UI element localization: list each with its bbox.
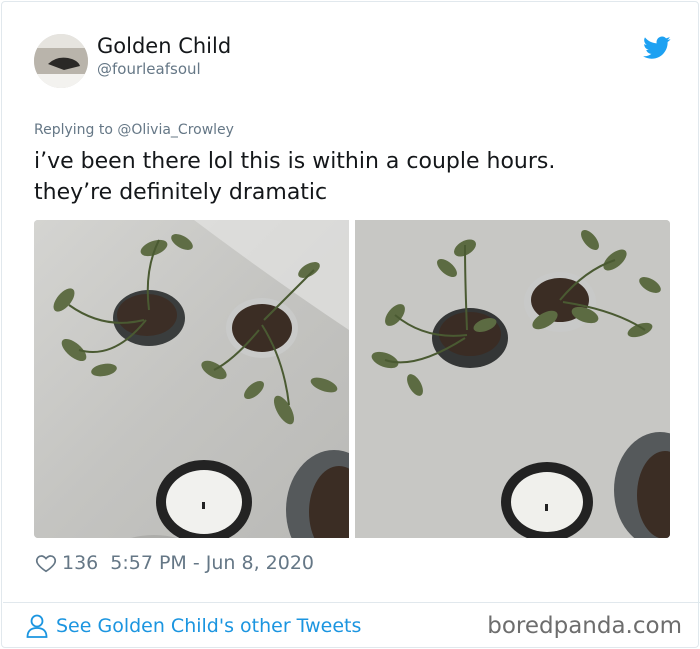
photo-recovered-plants <box>355 220 670 538</box>
person-icon <box>26 614 48 638</box>
photo-wilted-plants <box>34 220 349 538</box>
tweet-text-line: they’re definitely dramatic <box>34 180 328 205</box>
see-other-tweets-label[interactable]: See Golden Child's other Tweets <box>56 615 361 637</box>
see-other-tweets-link[interactable]: See Golden Child's other Tweets <box>26 613 361 639</box>
tweet-meta: 136 5:57 PM - Jun 8, 2020 <box>35 550 314 576</box>
author-handle[interactable]: @fourleafsoul <box>97 60 201 78</box>
like-count[interactable]: 136 <box>62 552 98 574</box>
author-avatar[interactable] <box>34 34 88 88</box>
tweet-timestamp[interactable]: 5:57 PM - Jun 8, 2020 <box>110 552 314 574</box>
avatar-image <box>34 34 88 88</box>
tweet-photo-left[interactable] <box>34 220 349 538</box>
watermark: boredpanda.com <box>487 613 682 639</box>
footer-divider <box>3 602 700 603</box>
author-name[interactable]: Golden Child <box>97 34 231 58</box>
reply-context[interactable]: Replying to @Olivia_Crowley <box>34 122 234 138</box>
heart-icon[interactable] <box>35 552 57 574</box>
tweet-text-line: i’ve been there lol this is within a cou… <box>34 149 556 174</box>
tweet-text: i’ve been there lol this is within a cou… <box>34 146 674 208</box>
tweet-photo-right[interactable] <box>355 220 670 538</box>
tweet-card: Golden Child @fourleafsoul Replying to @… <box>1 1 700 648</box>
twitter-bird-icon[interactable] <box>643 36 671 60</box>
